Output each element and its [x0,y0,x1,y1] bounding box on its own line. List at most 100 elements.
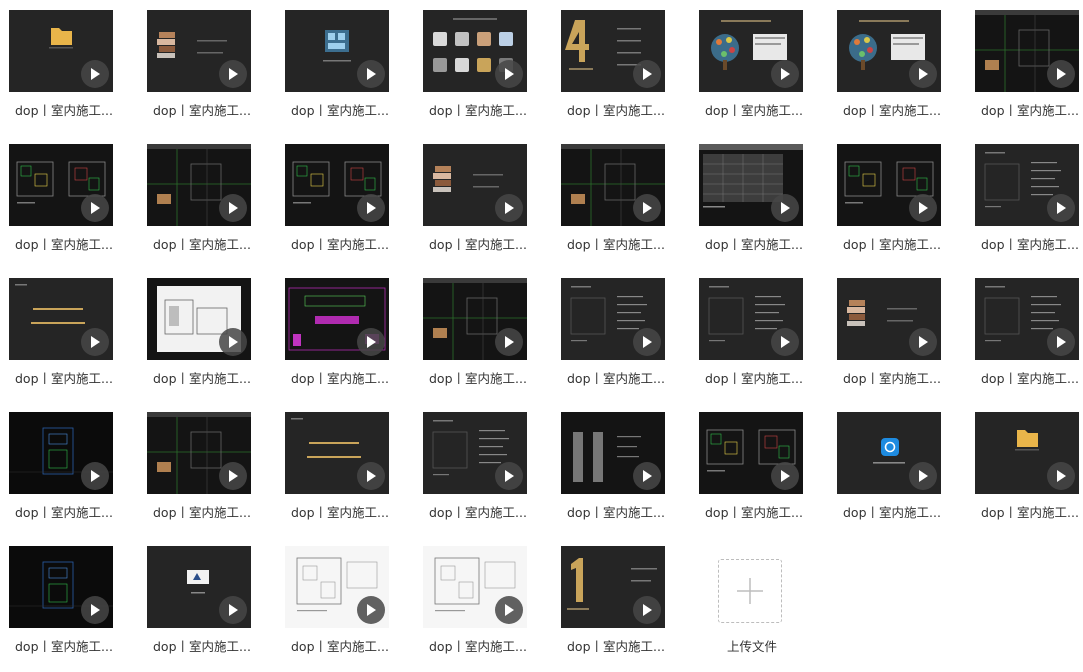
video-file-item[interactable]: dop丨室内施工... [9,10,113,136]
video-file-item[interactable]: dop丨室内施工... [837,144,941,270]
play-icon[interactable] [81,462,109,490]
file-name[interactable]: dop丨室内施工... [429,234,529,253]
play-icon[interactable] [495,194,523,222]
video-file-item[interactable]: dop丨室内施工... [975,278,1079,404]
video-file-item[interactable]: dop丨室内施工... [699,412,803,538]
file-name[interactable]: dop丨室内施工... [15,502,115,521]
play-icon[interactable] [81,596,109,624]
video-thumbnail[interactable] [9,546,113,628]
file-name[interactable]: dop丨室内施工... [15,636,115,655]
file-name[interactable]: dop丨室内施工... [567,636,667,655]
file-name[interactable]: dop丨室内施工... [291,368,391,387]
video-thumbnail[interactable] [699,144,803,226]
file-name[interactable]: dop丨室内施工... [291,100,391,119]
video-file-item[interactable]: dop丨室内施工... [9,412,113,538]
play-icon[interactable] [495,60,523,88]
video-file-item[interactable]: dop丨室内施工... [285,546,389,672]
video-file-item[interactable]: dop丨室内施工... [975,10,1079,136]
video-thumbnail[interactable] [147,144,251,226]
video-thumbnail[interactable] [285,144,389,226]
video-thumbnail[interactable] [423,546,527,628]
play-icon[interactable] [357,328,385,356]
play-icon[interactable] [633,328,661,356]
file-name[interactable]: dop丨室内施工... [291,234,391,253]
play-icon[interactable] [1047,60,1075,88]
video-thumbnail[interactable] [423,412,527,494]
file-name[interactable]: dop丨室内施工... [843,100,943,119]
play-icon[interactable] [909,194,937,222]
file-name[interactable]: dop丨室内施工... [291,502,391,521]
video-thumbnail[interactable] [423,144,527,226]
file-name[interactable]: dop丨室内施工... [153,100,253,119]
video-thumbnail[interactable] [285,10,389,92]
video-file-item[interactable]: dop丨室内施工... [147,278,251,404]
video-thumbnail[interactable] [837,412,941,494]
file-name[interactable]: dop丨室内施工... [429,636,529,655]
file-name[interactable]: dop丨室内施工... [567,234,667,253]
file-name[interactable]: dop丨室内施工... [567,368,667,387]
file-name[interactable]: dop丨室内施工... [981,100,1081,119]
video-file-item[interactable]: dop丨室内施工... [423,412,527,538]
video-file-item[interactable]: dop丨室内施工... [285,144,389,270]
video-file-item[interactable]: dop丨室内施工... [147,412,251,538]
video-thumbnail[interactable] [147,546,251,628]
file-name[interactable]: dop丨室内施工... [705,502,805,521]
file-name[interactable]: dop丨室内施工... [15,234,115,253]
video-thumbnail[interactable] [561,278,665,360]
file-name[interactable]: dop丨室内施工... [705,100,805,119]
play-icon[interactable] [909,462,937,490]
play-icon[interactable] [81,328,109,356]
video-thumbnail[interactable] [975,412,1079,494]
play-icon[interactable] [633,462,661,490]
file-name[interactable]: dop丨室内施工... [843,234,943,253]
video-thumbnail[interactable] [423,278,527,360]
play-icon[interactable] [219,328,247,356]
file-name[interactable]: dop丨室内施工... [153,368,253,387]
video-file-item[interactable]: dop丨室内施工... [423,144,527,270]
video-file-item[interactable]: dop丨室内施工... [147,546,251,672]
video-thumbnail[interactable] [561,546,665,628]
play-icon[interactable] [1047,462,1075,490]
video-file-item[interactable]: dop丨室内施工... [837,412,941,538]
video-file-item[interactable]: dop丨室内施工... [285,412,389,538]
video-thumbnail[interactable] [837,10,941,92]
video-file-item[interactable]: dop丨室内施工... [699,10,803,136]
video-thumbnail[interactable] [975,10,1079,92]
video-file-item[interactable]: dop丨室内施工... [285,278,389,404]
play-icon[interactable] [633,60,661,88]
play-icon[interactable] [219,462,247,490]
play-icon[interactable] [495,328,523,356]
video-file-item[interactable]: dop丨室内施工... [9,144,113,270]
upload-button[interactable] [718,559,782,623]
video-file-item[interactable]: dop丨室内施工... [975,144,1079,270]
video-thumbnail[interactable] [9,144,113,226]
video-thumbnail[interactable] [561,144,665,226]
play-icon[interactable] [357,194,385,222]
file-name[interactable]: dop丨室内施工... [567,100,667,119]
video-file-item[interactable]: dop丨室内施工... [561,412,665,538]
play-icon[interactable] [771,328,799,356]
play-icon[interactable] [771,194,799,222]
video-file-item[interactable]: dop丨室内施工... [147,144,251,270]
video-file-item[interactable]: dop丨室内施工... [9,546,113,672]
file-name[interactable]: dop丨室内施工... [429,368,529,387]
play-icon[interactable] [1047,328,1075,356]
play-icon[interactable] [771,60,799,88]
video-file-item[interactable]: dop丨室内施工... [699,278,803,404]
video-thumbnail[interactable] [147,412,251,494]
video-thumbnail[interactable] [147,278,251,360]
video-thumbnail[interactable] [9,412,113,494]
video-file-item[interactable]: dop丨室内施工... [9,278,113,404]
play-icon[interactable] [357,596,385,624]
play-icon[interactable] [633,596,661,624]
file-name[interactable]: dop丨室内施工... [153,636,253,655]
video-thumbnail[interactable] [9,278,113,360]
video-file-item[interactable]: dop丨室内施工... [423,278,527,404]
file-name[interactable]: dop丨室内施工... [981,234,1081,253]
play-icon[interactable] [909,328,937,356]
video-thumbnail[interactable] [699,412,803,494]
video-thumbnail[interactable] [147,10,251,92]
file-name[interactable]: dop丨室内施工... [567,502,667,521]
video-thumbnail[interactable] [699,10,803,92]
video-file-item[interactable]: dop丨室内施工... [561,10,665,136]
